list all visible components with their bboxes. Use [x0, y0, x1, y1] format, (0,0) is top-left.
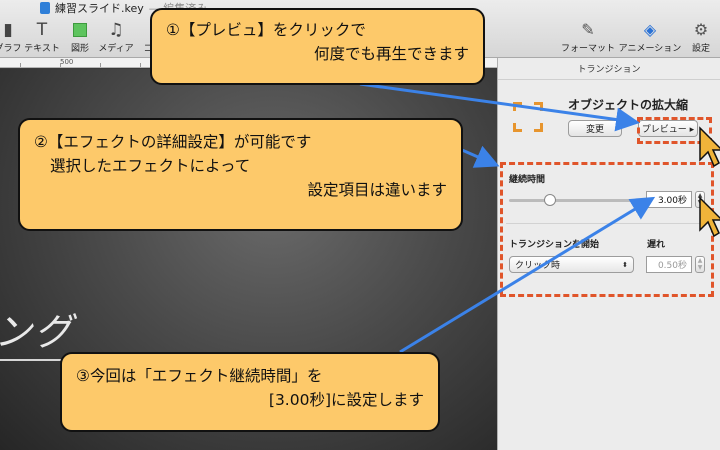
callout-1-line-1: ①【プレビュ】をクリックで [166, 21, 366, 39]
animate-label: アニメーション [618, 44, 682, 54]
format-label: フォーマット [560, 44, 615, 54]
callout-1-line-2: 何度でも再生できます [313, 45, 469, 63]
ruler-mark: 500 [60, 58, 74, 66]
callout-2-line-1: ②【エフェクトの詳細設定】が可能です [34, 133, 312, 151]
callout-3-line-1: ③今回は「エフェクト継続時間」を [76, 367, 323, 385]
slide-title-text[interactable]: ング [0, 301, 74, 356]
callout-2-line-3: 設定項目は違います [307, 181, 447, 199]
chart-icon: ▮ [3, 20, 13, 40]
callout-3-line-2: [3.00秒]に設定します [268, 391, 424, 409]
document-label: 設定 [691, 44, 710, 54]
format-button[interactable]: ✎ フォーマット [560, 20, 616, 55]
window-title-text: 練習スライド.key [55, 2, 144, 15]
media-icon: ♫ [108, 20, 124, 40]
settings-highlight-box [500, 162, 714, 297]
change-effect-button[interactable]: 変更 [568, 120, 622, 137]
animate-button[interactable]: ◈ アニメーション [618, 20, 682, 55]
animate-icon: ◈ [643, 20, 657, 39]
callout-effect-settings: ②【エフェクトの詳細設定】が可能です 選択したエフェクトによって 設定項目は違い… [18, 118, 463, 231]
chart-label: グラフ [0, 44, 22, 54]
callout-2-line-2: 選択したエフェクトによって [50, 157, 251, 175]
preview-highlight-box [637, 117, 712, 144]
callout-duration: ③今回は「エフェクト継続時間」を [3.00秒]に設定します [60, 352, 440, 432]
callout-preview: ①【プレビュ】をクリックで 何度でも再生できます [150, 8, 485, 85]
shape-label: 図形 [70, 44, 89, 54]
brush-icon: ✎ [581, 20, 595, 39]
text-label: テキスト [24, 44, 60, 54]
gear-icon: ⚙ [693, 20, 709, 39]
inspector-header: トランジション [498, 58, 720, 80]
text-icon: T [36, 20, 48, 40]
effect-name: オブジェクトの拡大縮 [568, 98, 689, 112]
scale-effect-icon [513, 102, 543, 132]
shape-icon [73, 23, 87, 37]
document-button[interactable]: ⚙ 設定 [686, 20, 716, 55]
document-icon [40, 2, 50, 14]
